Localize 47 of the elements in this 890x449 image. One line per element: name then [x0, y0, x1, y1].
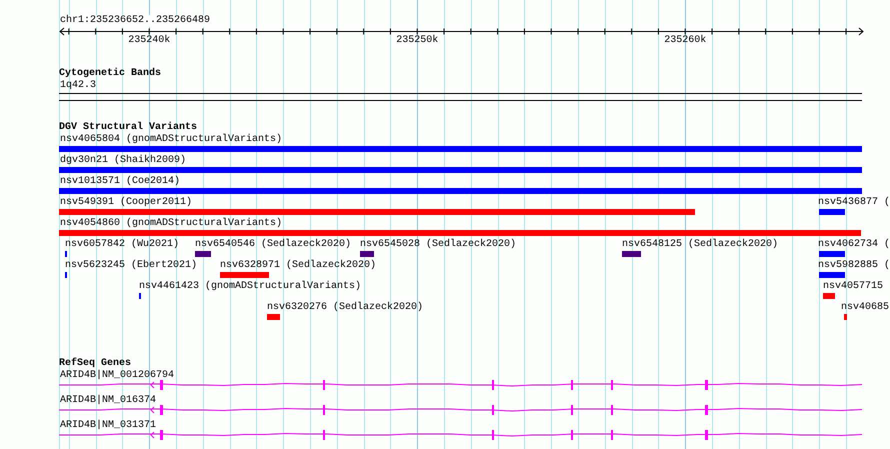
tick-label: 235250k — [396, 35, 438, 47]
variant-label: dgv30n21 (Shaikh2009) — [60, 155, 186, 167]
variant-label: nsv6548125 (Sedlazeck2020) — [622, 239, 778, 251]
variant-bar[interactable] — [59, 230, 861, 236]
variant-label: nsv6057842 (Wu2021) — [65, 239, 180, 251]
variant-bar[interactable] — [59, 209, 695, 215]
variant-label: nsv4057715 — [823, 281, 884, 293]
variant-bar[interactable] — [360, 251, 374, 257]
variant-bar[interactable] — [59, 146, 862, 152]
variant-label: nsv6545028 (Sedlazeck2020) — [360, 239, 516, 251]
gene-label: ARID4B|NM_031371 — [60, 420, 156, 432]
variant-label: nsv4062734 ( — [818, 239, 890, 251]
variant-bar[interactable] — [819, 272, 845, 278]
track-title: RefSeq Genes — [59, 358, 132, 370]
variant-bar[interactable] — [267, 314, 280, 320]
variant-bar[interactable] — [819, 251, 845, 257]
band-label: 1q42.3 — [60, 80, 96, 92]
variant-label: nsv5623245 (Ebert2021) — [65, 260, 198, 272]
variant-label: nsv5436877 ( — [818, 197, 890, 209]
variant-bar[interactable] — [195, 251, 211, 257]
variant-bar[interactable] — [844, 314, 847, 320]
variant-label: nsv40685 — [841, 302, 890, 314]
variant-label: nsv5982885 ( — [818, 260, 890, 272]
gene-label: ARID4B|NM_001206794 — [60, 370, 174, 382]
gene-model-drawing[interactable] — [59, 404, 863, 416]
variant-bar[interactable] — [220, 272, 269, 278]
location-label: chr1:235236652..235266489 — [60, 15, 210, 27]
tick-label: 235260k — [664, 35, 706, 47]
variant-bar[interactable] — [59, 167, 862, 173]
track-title: DGV Structural Variants — [59, 122, 198, 134]
variant-label: nsv549391 (Cooper2011) — [60, 197, 192, 209]
variant-label: nsv1013571 (Coe2014) — [60, 176, 180, 188]
variant-bar[interactable] — [622, 251, 641, 257]
variant-label: nsv6540546 (Sedlazeck2020) — [195, 239, 352, 251]
gene-label: ARID4B|NM_016374 — [60, 395, 156, 407]
variant-bar[interactable] — [819, 209, 845, 215]
variant-bar[interactable] — [823, 293, 835, 299]
tick-label: 235240k — [128, 35, 170, 47]
gene-model-drawing[interactable] — [59, 429, 863, 441]
variant-label: nsv4054860 (gnomADStructuralVariants) — [60, 218, 282, 230]
track-title: Cytogenetic Bands — [59, 68, 162, 80]
gene-model-drawing[interactable] — [59, 379, 863, 391]
variant-label: nsv4461423 (gnomADStructuralVariants) — [139, 281, 362, 293]
variant-bar[interactable] — [59, 188, 862, 194]
variant-label: nsv6320276 (Sedlazeck2020) — [267, 302, 424, 314]
variant-label: nsv4065804 (gnomADStructuralVariants) — [60, 134, 282, 146]
variant-label: nsv6328971 (Sedlazeck2020) — [220, 260, 376, 272]
